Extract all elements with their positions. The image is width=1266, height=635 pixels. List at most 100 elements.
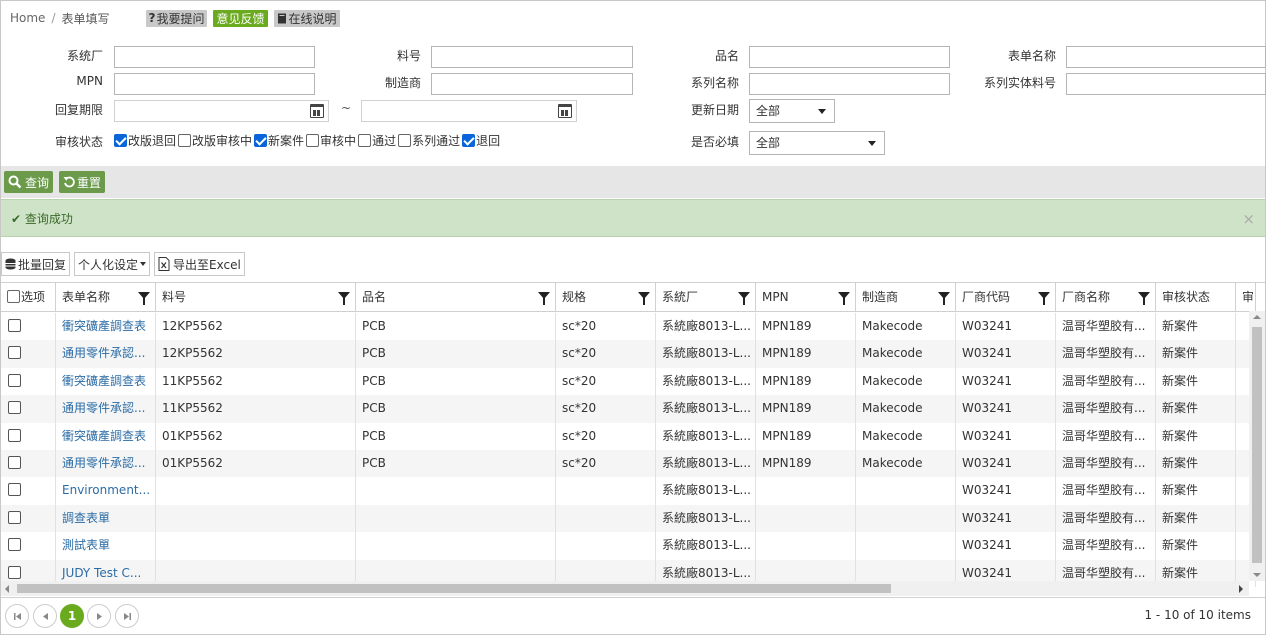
review-status-checkbox[interactable]: [306, 134, 320, 147]
part-no-input[interactable]: [431, 46, 633, 68]
last-page-button[interactable]: [115, 604, 139, 628]
row-checkbox[interactable]: [8, 483, 21, 497]
filter-icon[interactable]: [538, 292, 550, 305]
column-header[interactable]: 厂商名称: [1056, 283, 1156, 312]
table-row[interactable]: 衝突礦產調查表 11KP5562 PCB sc*20 系統廠8013-L... MPN18…: [1, 367, 1256, 396]
column-header[interactable]: 审: [1236, 283, 1256, 312]
calendar-icon[interactable]: [310, 104, 324, 118]
ask-question-button[interactable]: ? 我要提问: [145, 9, 208, 27]
first-page-button[interactable]: [5, 604, 29, 628]
form-name-link[interactable]: Environment...: [56, 477, 156, 505]
column-header[interactable]: 制造商: [856, 283, 956, 312]
select-all-checkbox[interactable]: [7, 290, 20, 303]
page-1-button[interactable]: 1: [60, 604, 84, 628]
reset-button[interactable]: 重置: [59, 171, 106, 193]
prev-page-button[interactable]: [33, 604, 57, 628]
column-header[interactable]: MPN: [756, 283, 856, 312]
table-row[interactable]: 通用零件承認... 11KP5562 PCB sc*20 系統廠8013-L... MPN…: [1, 395, 1256, 423]
next-page-button[interactable]: [87, 604, 111, 628]
filter-icon[interactable]: [638, 292, 650, 305]
update-date-select[interactable]: 全部: [749, 99, 835, 123]
row-checkbox[interactable]: [8, 428, 21, 442]
series-name-input[interactable]: [749, 73, 950, 95]
filter-icon[interactable]: [738, 292, 750, 305]
form-name-link[interactable]: 衝突礦產調查表: [56, 422, 156, 450]
reply-deadline-end-input[interactable]: [361, 100, 577, 122]
review-status-option[interactable]: 系列通过: [398, 132, 460, 149]
row-checkbox[interactable]: [8, 565, 21, 579]
review-status-option[interactable]: 审核中: [306, 132, 356, 149]
column-header[interactable]: 审核状态: [1156, 283, 1236, 312]
feedback-button[interactable]: 意见反馈: [213, 9, 268, 27]
horizontal-scrollbar[interactable]: [1, 581, 1249, 596]
column-header[interactable]: 表单名称: [56, 283, 156, 312]
review-status-checkbox[interactable]: [358, 134, 372, 147]
mpn-input[interactable]: [114, 73, 315, 95]
table-row[interactable]: 衝突礦產調查表 01KP5562 PCB sc*20 系統廠8013-L... MPN18…: [1, 422, 1256, 450]
vertical-scrollbar[interactable]: [1249, 311, 1265, 581]
scroll-up-icon[interactable]: [1253, 315, 1261, 319]
review-status-checkbox[interactable]: [398, 134, 412, 147]
column-header[interactable]: 系統厂: [656, 283, 756, 312]
row-checkbox[interactable]: [8, 401, 21, 415]
column-header[interactable]: 料号: [156, 283, 356, 312]
form-name-link[interactable]: 通用零件承認...: [56, 450, 156, 478]
scroll-left-icon[interactable]: [5, 585, 9, 593]
table-row[interactable]: 通用零件承認... 12KP5562 PCB sc*20 系統廠8013-L... MPN…: [1, 340, 1256, 368]
filter-icon[interactable]: [938, 292, 950, 305]
review-status-option[interactable]: 改版退回: [114, 132, 176, 149]
review-status-checkbox[interactable]: [254, 134, 268, 147]
reply-deadline-start-input[interactable]: [114, 100, 329, 122]
product-name-input[interactable]: [749, 46, 950, 68]
row-checkbox[interactable]: [8, 319, 21, 332]
table-row[interactable]: 測試表單 系統廠8013-L... W03241 温哥华塑胶有... 新案件: [1, 532, 1256, 560]
table-row[interactable]: 通用零件承認... 01KP5562 PCB sc*20 系統廠8013-L... MPN…: [1, 450, 1256, 478]
table-row[interactable]: 調查表單 系統廠8013-L... W03241 温哥华塑胶有... 新案件: [1, 504, 1256, 533]
filter-icon[interactable]: [1038, 292, 1050, 305]
system-factory-input[interactable]: [114, 46, 315, 68]
breadcrumb-home[interactable]: Home: [10, 11, 45, 25]
review-status-option[interactable]: 新案件: [254, 132, 304, 149]
review-status-option[interactable]: 通过: [358, 132, 396, 149]
export-excel-button[interactable]: 导出至Excel: [154, 252, 245, 276]
series-entity-part-input[interactable]: [1066, 73, 1266, 95]
form-name-link[interactable]: 通用零件承認...: [56, 340, 156, 368]
row-checkbox[interactable]: [8, 538, 21, 552]
table-row[interactable]: Environment... 系統廠8013-L... W03241 温哥华塑胶有..…: [1, 477, 1256, 505]
vertical-scroll-thumb[interactable]: [1252, 327, 1262, 563]
filter-icon[interactable]: [338, 292, 350, 305]
scroll-right-icon[interactable]: [1239, 585, 1243, 593]
row-checkbox[interactable]: [8, 346, 21, 360]
review-status-checkbox[interactable]: [178, 134, 192, 147]
form-name-link[interactable]: 測試表單: [56, 532, 156, 560]
batch-reply-button[interactable]: 批量回复: [1, 252, 71, 276]
row-checkbox[interactable]: [8, 456, 21, 469]
row-checkbox[interactable]: [8, 373, 21, 387]
filter-icon[interactable]: [838, 292, 850, 305]
row-checkbox[interactable]: [8, 510, 21, 524]
column-header[interactable]: 厂商代码: [956, 283, 1056, 312]
form-name-link[interactable]: 通用零件承認...: [56, 395, 156, 423]
form-name-link[interactable]: 衝突礦產調查表: [56, 367, 156, 396]
review-status-checkbox[interactable]: [462, 134, 476, 147]
form-name-link[interactable]: 衝突礦產調查表: [56, 313, 156, 341]
filter-icon[interactable]: [1138, 292, 1150, 305]
column-header[interactable]: 品名: [356, 283, 556, 312]
column-header[interactable]: 规格: [556, 283, 656, 312]
close-icon[interactable]: ×: [1242, 210, 1255, 228]
form-name-link[interactable]: 調查表單: [56, 504, 156, 533]
calendar-icon[interactable]: [558, 104, 572, 118]
review-status-checkbox[interactable]: [114, 134, 127, 147]
scroll-down-icon[interactable]: [1253, 573, 1261, 577]
select-all-header[interactable]: 选项: [1, 283, 56, 312]
table-row[interactable]: 衝突礦產調查表 12KP5562 PCB sc*20 系統廠8013-L... MPN18…: [1, 313, 1256, 341]
personalize-dropdown[interactable]: 个人化设定: [74, 252, 151, 276]
online-help-button[interactable]: 在线说明: [273, 9, 340, 27]
filter-icon[interactable]: [138, 292, 150, 305]
review-status-option[interactable]: 改版审核中: [178, 132, 252, 149]
horizontal-scroll-thumb[interactable]: [17, 584, 891, 593]
manufacturer-input[interactable]: [431, 73, 633, 95]
form-name-input[interactable]: [1066, 46, 1266, 68]
review-status-option[interactable]: 退回: [462, 132, 500, 149]
query-button[interactable]: 查询: [4, 171, 54, 193]
